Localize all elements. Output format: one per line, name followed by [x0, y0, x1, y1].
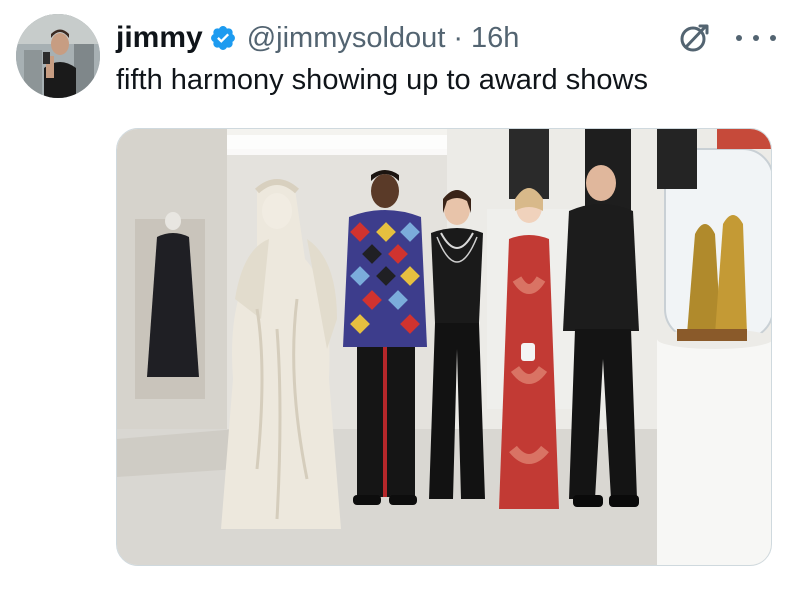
author-handle[interactable]: @jimmysoldout [247, 22, 446, 55]
tweet[interactable]: jimmy @jimmysoldout · 16h fifth harmony … [0, 0, 800, 589]
verified-badge-icon[interactable] [209, 24, 237, 52]
tweet-header: jimmy @jimmysoldout · 16h [116, 18, 519, 58]
separator-dot: · [453, 21, 464, 54]
timestamp[interactable]: 16h [471, 22, 519, 55]
more-options-icon[interactable] [736, 26, 776, 50]
more-dot [753, 35, 759, 41]
avatar[interactable] [16, 14, 100, 98]
grok-icon[interactable] [676, 20, 712, 56]
tweet-photo[interactable] [116, 128, 772, 566]
tweet-text: fifth harmony showing up to award shows [116, 64, 648, 96]
more-dot [736, 35, 742, 41]
author-name[interactable]: jimmy [116, 21, 203, 55]
more-dot [770, 35, 776, 41]
